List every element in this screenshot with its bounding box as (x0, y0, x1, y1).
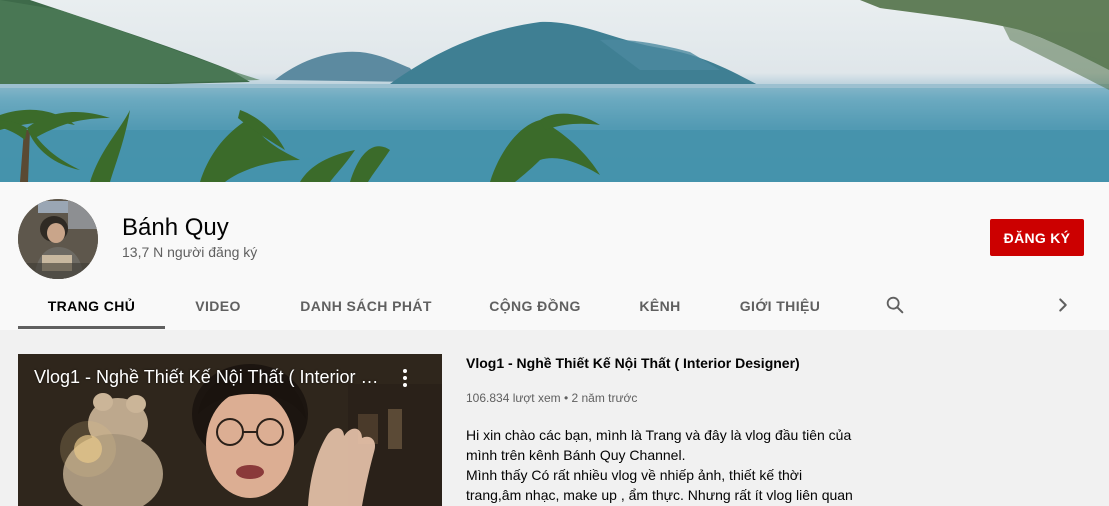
description-line: Mình thấy Có rất nhiều vlog về nhiếp ảnh… (466, 467, 803, 483)
channel-header: Bánh Quy 13,7 N người đăng ký ĐĂNG KÝ TR… (0, 182, 1109, 330)
subscriber-count: 13,7 N người đăng ký (122, 244, 258, 260)
description-line: Hi xin chào các bạn, mình là Trang và đâ… (466, 427, 852, 443)
description-line: mình trên kênh Bánh Quy Channel. (466, 447, 686, 463)
search-icon[interactable] (884, 294, 906, 316)
description-line: trang,âm nhạc, make up , ẩm thực. Nhưng … (466, 487, 853, 503)
chevron-right-icon[interactable] (1052, 294, 1074, 316)
featured-video-title[interactable]: Vlog1 - Nghề Thiết Kế Nội Thất ( Interio… (466, 355, 800, 371)
subscribe-button[interactable]: ĐĂNG KÝ (990, 219, 1084, 256)
channel-content: Vlog1 - Nghề Thiết Kế Nội Thất ( Interio… (0, 330, 1109, 506)
channel-avatar[interactable] (18, 199, 98, 279)
more-vert-icon[interactable] (398, 367, 412, 389)
featured-video-description: Hi xin chào các bạn, mình là Trang và đâ… (466, 425, 886, 505)
avatar-image (18, 199, 98, 279)
channel-banner (0, 0, 1109, 182)
tab-playlists[interactable]: DANH SÁCH PHÁT (286, 282, 446, 330)
featured-video-player[interactable]: Vlog1 - Nghề Thiết Kế Nội Thất ( Interio… (18, 354, 442, 506)
active-tab-indicator (18, 326, 165, 329)
tab-videos[interactable]: VIDEO (178, 282, 258, 330)
featured-video-meta: 106.834 lượt xem • 2 năm trước (466, 391, 638, 405)
tab-home[interactable]: TRANG CHỦ (18, 282, 165, 330)
channel-name: Bánh Quy (122, 214, 229, 241)
tab-community[interactable]: CỘNG ĐỒNG (476, 282, 594, 330)
channel-tabs: TRANG CHỦ VIDEO DANH SÁCH PHÁT CỘNG ĐỒNG… (18, 282, 1098, 330)
tab-channels[interactable]: KÊNH (628, 282, 692, 330)
video-overlay-title[interactable]: Vlog1 - Nghề Thiết Kế Nội Thất ( Interio… (34, 367, 384, 388)
banner-image (0, 0, 1109, 182)
tab-about[interactable]: GIỚI THIỆU (730, 282, 830, 330)
